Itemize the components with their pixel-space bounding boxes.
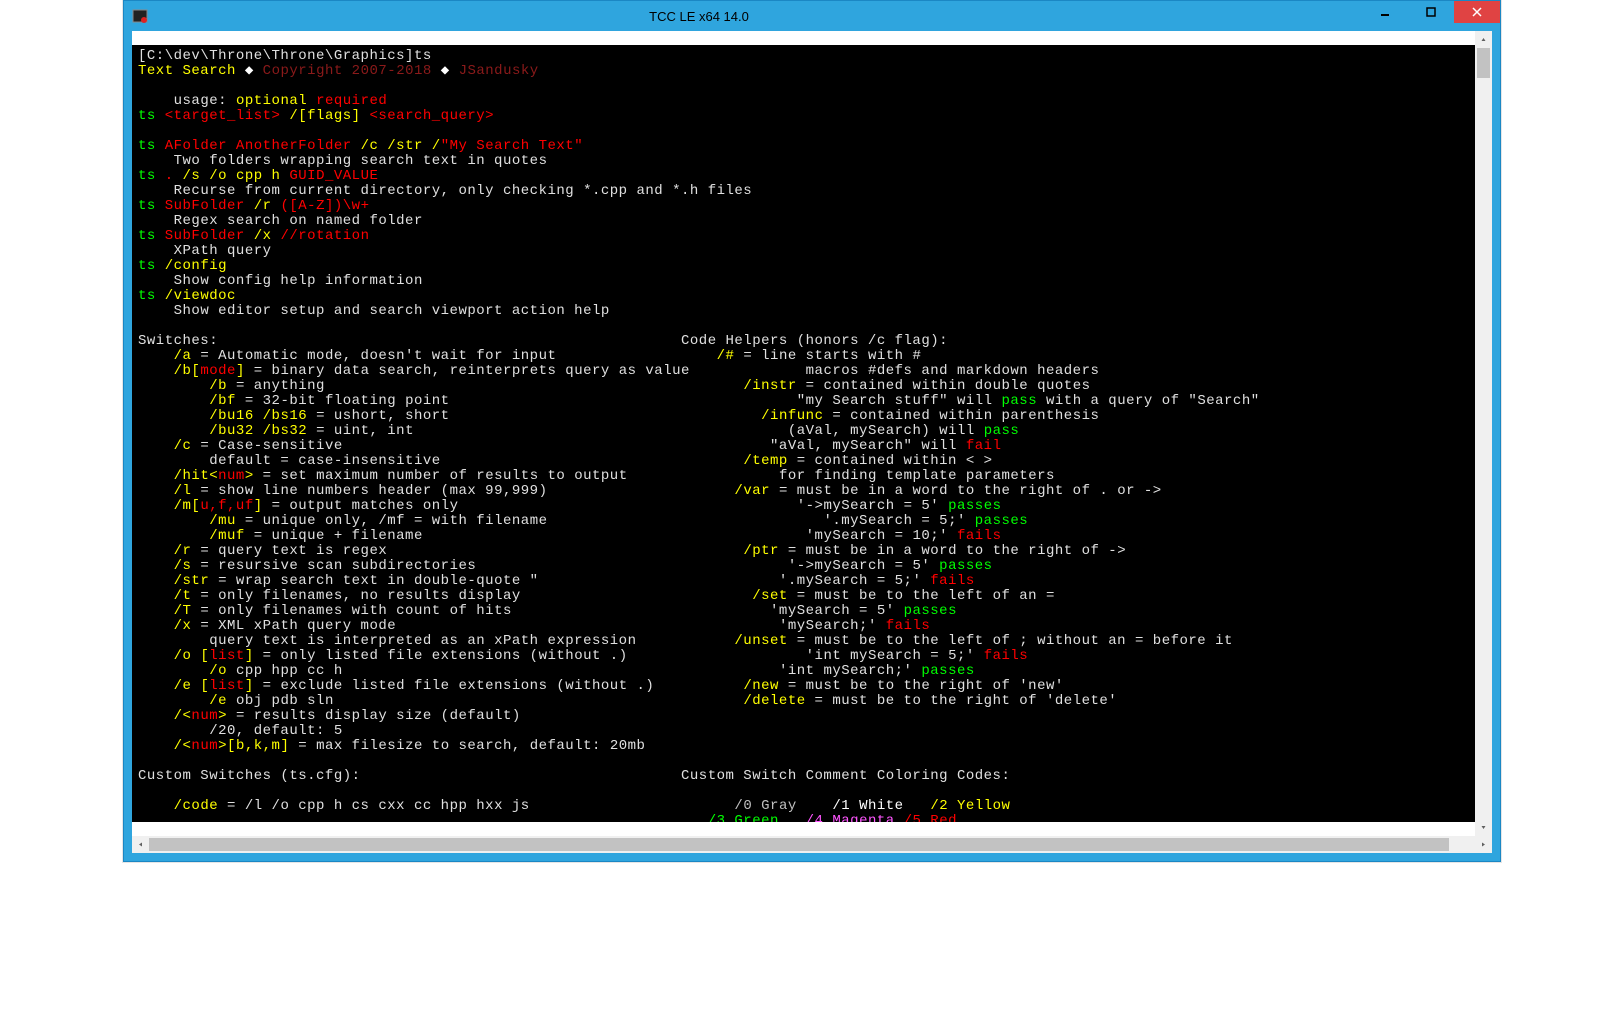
- scroll-down-button[interactable]: [1475, 819, 1492, 836]
- scroll-track-horizontal[interactable]: [149, 836, 1475, 853]
- colors-title: Custom Switch Comment Coloring Codes:: [681, 768, 1010, 784]
- scroll-right-button[interactable]: [1475, 836, 1492, 853]
- minimize-button[interactable]: [1362, 1, 1408, 23]
- helpers-title: Code Helpers (honors /c flag):: [681, 333, 948, 349]
- scroll-track-vertical[interactable]: [1475, 48, 1492, 819]
- client-area: [C:\dev\Throne\Throne\Graphics]ts Text S…: [124, 31, 1500, 861]
- app-window: TCC LE x64 14.0 [C:\dev\Throne\Throne\Gr…: [123, 0, 1501, 862]
- prompt-path: C:\dev\Throne\Throne\Graphics: [147, 48, 405, 64]
- terminal-output[interactable]: [C:\dev\Throne\Throne\Graphics]ts Text S…: [132, 45, 1475, 822]
- header-author: JSandusky: [459, 63, 539, 79]
- header-copyright: Copyright 2007-2018: [263, 63, 432, 79]
- app-icon: [132, 8, 148, 24]
- prompt-cmd: ts: [414, 48, 432, 64]
- custom-title: Custom Switches (ts.cfg):: [138, 768, 361, 784]
- scroll-left-button[interactable]: [132, 836, 149, 853]
- scroll-thumb-horizontal[interactable]: [149, 838, 1449, 851]
- caption-buttons: [1362, 1, 1500, 23]
- scroll-thumb-vertical[interactable]: [1477, 48, 1490, 78]
- terminal-container: [C:\dev\Throne\Throne\Graphics]ts Text S…: [132, 31, 1492, 836]
- titlebar[interactable]: TCC LE x64 14.0: [124, 1, 1500, 31]
- scroll-up-button[interactable]: [1475, 31, 1492, 48]
- horizontal-scrollbar[interactable]: [132, 836, 1492, 853]
- window-title: TCC LE x64 14.0: [156, 9, 1242, 24]
- switches-title: Switches:: [138, 333, 218, 349]
- close-button[interactable]: [1454, 1, 1500, 23]
- maximize-button[interactable]: [1408, 1, 1454, 23]
- header-name: Text Search: [138, 63, 236, 79]
- vertical-scrollbar[interactable]: [1475, 31, 1492, 836]
